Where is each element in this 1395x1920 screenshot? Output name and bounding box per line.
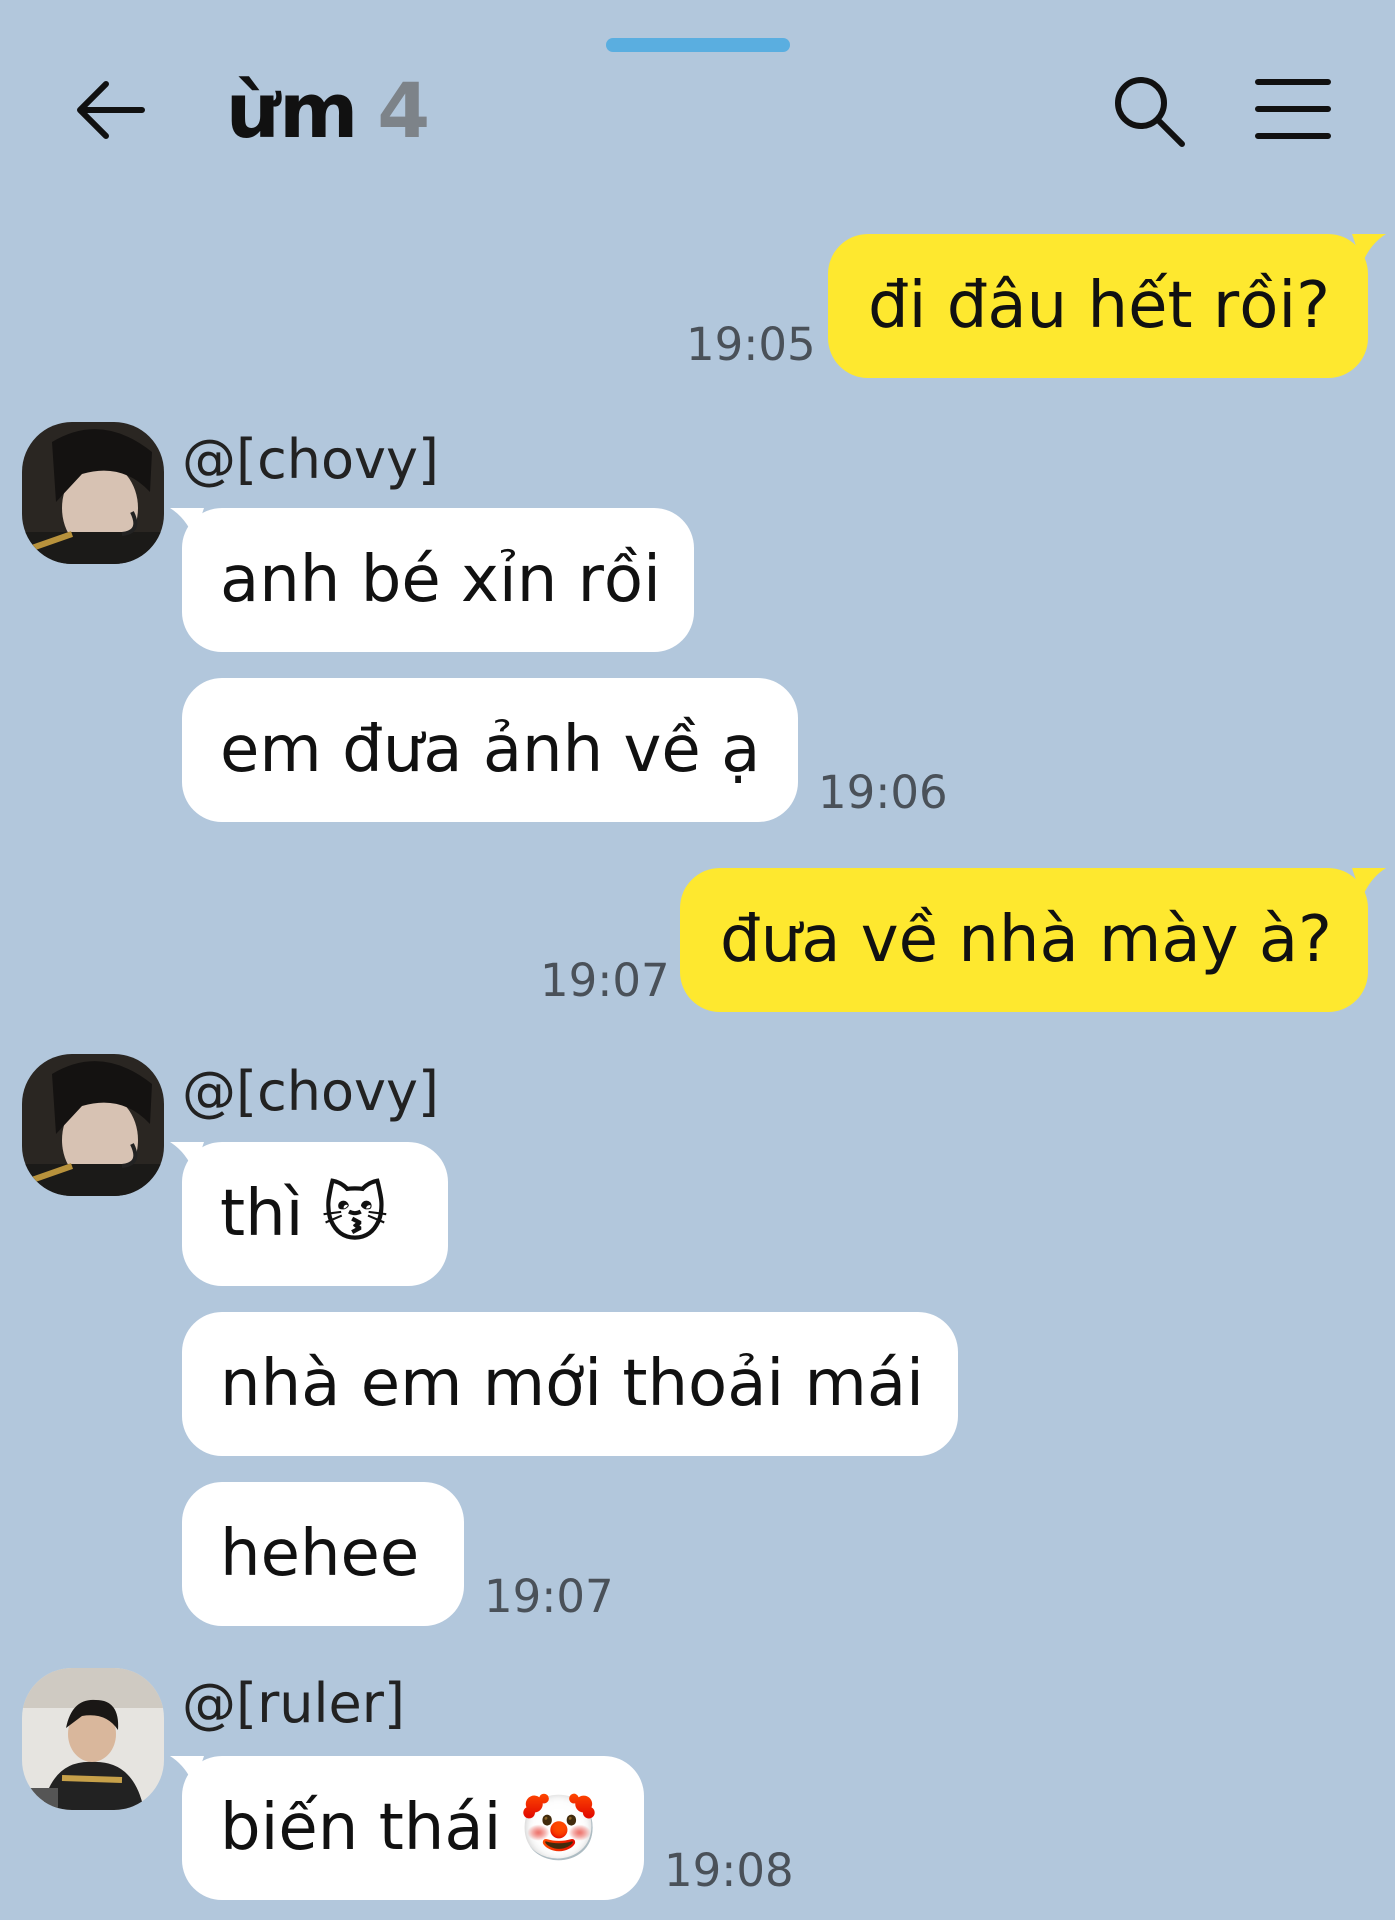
chat-header: ừm 4 bbox=[0, 60, 1395, 160]
chat-title: ừm 4 bbox=[226, 66, 430, 155]
their-message-bubble[interactable]: em đưa ảnh về ạ bbox=[182, 678, 798, 822]
sender-name: @[ruler] bbox=[182, 1672, 405, 1735]
message-text: anh bé xỉn rồi bbox=[220, 543, 661, 617]
clown-face-emoji-icon: 🤡 bbox=[519, 1791, 600, 1866]
message-time: 19:07 bbox=[540, 954, 670, 1007]
their-message-bubble[interactable]: anh bé xỉn rồi bbox=[182, 508, 694, 652]
their-message-bubble[interactable]: hehee bbox=[182, 1482, 464, 1626]
member-count: 4 bbox=[377, 66, 430, 155]
message-time: 19:06 bbox=[818, 766, 948, 819]
message-text: nhà em mới thoải mái bbox=[220, 1347, 924, 1421]
avatar-image bbox=[22, 422, 164, 564]
kissing-cat-emoji-icon: 😽 bbox=[321, 1177, 389, 1251]
avatar-ruler[interactable] bbox=[22, 1668, 164, 1810]
their-message-bubble[interactable]: nhà em mới thoải mái bbox=[182, 1312, 958, 1456]
their-message-bubble[interactable]: thì 😽 bbox=[182, 1142, 448, 1286]
message-time: 19:05 bbox=[686, 318, 816, 371]
message-text: em đưa ảnh về ạ bbox=[220, 713, 761, 787]
my-message-bubble[interactable]: đi đâu hết rồi? bbox=[828, 234, 1368, 378]
message-text: hehee bbox=[220, 1517, 420, 1591]
message-time: 19:08 bbox=[664, 1844, 794, 1897]
message-text: thì bbox=[220, 1177, 304, 1251]
message-text: đi đâu hết rồi? bbox=[868, 269, 1331, 343]
their-message-bubble[interactable]: biến thái 🤡 bbox=[182, 1756, 644, 1900]
drag-handle[interactable] bbox=[606, 38, 790, 52]
message-text: đưa về nhà mày à? bbox=[720, 903, 1332, 977]
bubble-tail bbox=[1352, 868, 1386, 898]
bubble-tail bbox=[1352, 234, 1386, 264]
message-text: biến thái bbox=[220, 1791, 502, 1865]
message-time: 19:07 bbox=[484, 1570, 614, 1623]
my-message-bubble[interactable]: đưa về nhà mày à? bbox=[680, 868, 1368, 1012]
sender-name: @[chovy] bbox=[182, 428, 440, 491]
avatar-image bbox=[22, 1668, 164, 1810]
chat-name: ừm bbox=[226, 66, 358, 155]
arrow-left-icon[interactable] bbox=[72, 72, 148, 148]
avatar-chovy[interactable] bbox=[22, 1054, 164, 1196]
avatar-image bbox=[22, 1054, 164, 1196]
search-icon[interactable] bbox=[1108, 70, 1188, 150]
avatar-chovy[interactable] bbox=[22, 422, 164, 564]
hamburger-menu-icon[interactable] bbox=[1254, 76, 1332, 142]
sender-name: @[chovy] bbox=[182, 1060, 440, 1123]
